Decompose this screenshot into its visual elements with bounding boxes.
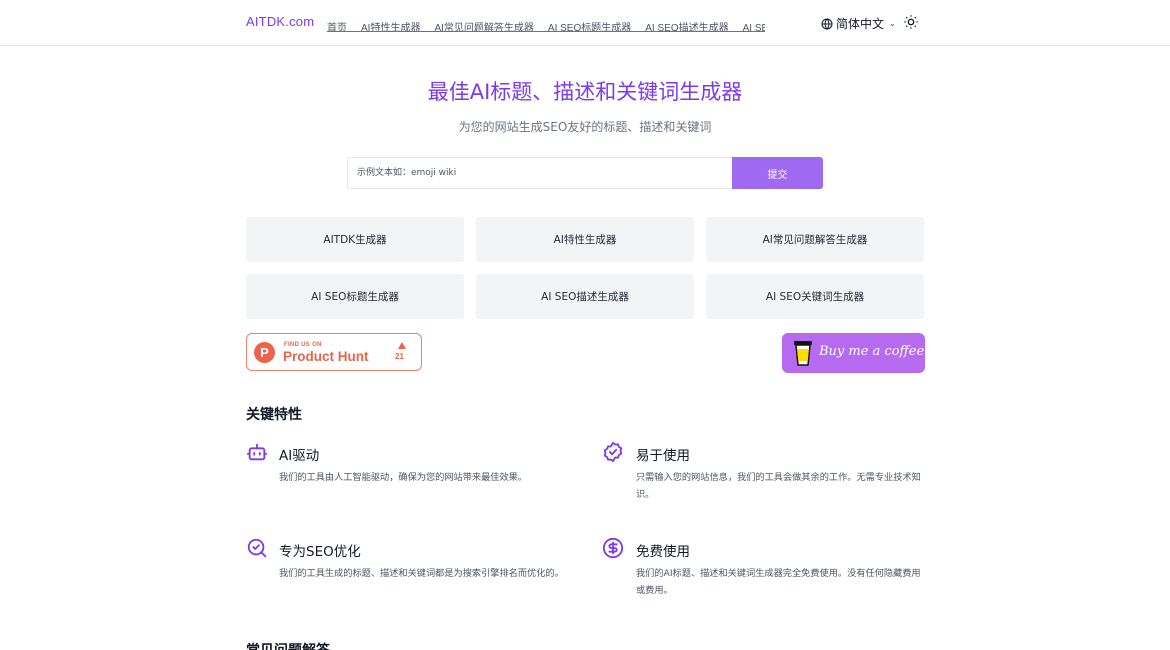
feature-desc-free: 我们的AI标题、描述和关键词生成器完全免费使用。没有任何隐藏费用或费用。: [636, 568, 921, 596]
feature-desc-ai: 我们的工具由人工智能驱动，确保为您的网站带来最佳效果。: [279, 472, 528, 483]
search-check-icon: [247, 538, 267, 558]
top-header: AITDK.com 首页 AI特性生成器 AI常见问题解答生成器 AI SEO标题生成…: [0, 0, 1170, 46]
globe-icon: [821, 18, 833, 29]
nav-seo-keyword-generator[interactable]: AI SEO关键词生: [743, 19, 765, 31]
upvote-arrow-icon: [398, 342, 406, 349]
coffee-cup-icon: [794, 341, 812, 366]
upvote-count: 21: [395, 352, 404, 361]
chevron-down-icon: ⌄: [889, 19, 896, 28]
faq-heading: 常见问题解答: [246, 640, 330, 650]
feature-title-easy: 易于使用: [636, 448, 690, 464]
card-faq-generator[interactable]: AI常见问题解答生成器: [706, 217, 924, 262]
dollar-icon: [602, 537, 624, 559]
main-nav: 首页 AI特性生成器 AI常见问题解答生成器 AI SEO标题生成器 AI SEO描述生…: [327, 16, 765, 32]
feature-title-seo: 专为SEO优化: [279, 544, 361, 560]
robot-icon: [246, 443, 268, 461]
card-seo-title-generator[interactable]: AI SEO标题生成器: [246, 274, 464, 319]
sun-icon[interactable]: [903, 14, 919, 30]
card-seo-keyword-generator[interactable]: AI SEO关键词生成器: [706, 274, 924, 319]
search-input[interactable]: [347, 157, 732, 189]
producthunt-badge[interactable]: P FIND US ON Product Hunt 21: [246, 333, 422, 371]
feature-desc-seo: 我们的工具生成的标题、描述和关键词都是为搜索引擎排名而优化的。: [279, 568, 564, 579]
nav-seo-description-generator[interactable]: AI SEO描述生成器: [645, 19, 728, 31]
feature-desc-easy: 只需输入您的网站信息，我们的工具会做其余的工作。无需专业技术知识。: [636, 472, 921, 500]
nav-seo-title-generator[interactable]: AI SEO标题生成器: [548, 19, 631, 31]
search-form: 提交: [347, 157, 823, 189]
producthunt-name: Product Hunt: [283, 349, 369, 364]
card-aitdk-generator[interactable]: AITDK生成器: [246, 217, 464, 262]
nav-home[interactable]: 首页: [327, 19, 347, 31]
producthunt-small-text: FIND US ON: [284, 342, 322, 348]
feature-title-ai: AI驱动: [279, 448, 320, 464]
feature-title-free: 免费使用: [636, 544, 690, 560]
nav-feature-generator[interactable]: AI特性生成器: [361, 19, 420, 31]
card-feature-generator[interactable]: AI特性生成器: [476, 217, 694, 262]
site-logo[interactable]: AITDK.com: [246, 14, 314, 29]
page-subtitle: 为您的网站生成SEO友好的标题、描述和关键词: [458, 120, 712, 134]
coffee-label: Buy me a coffee: [819, 344, 925, 359]
card-seo-description-generator[interactable]: AI SEO描述生成器: [476, 274, 694, 319]
buy-me-a-coffee-button[interactable]: Buy me a coffee: [782, 333, 925, 373]
submit-button[interactable]: 提交: [732, 157, 823, 189]
page-title: 最佳AI标题、描述和关键词生成器: [427, 80, 743, 104]
badge-check-icon: [603, 441, 623, 463]
language-label: 简体中文: [836, 17, 885, 31]
language-selector[interactable]: 简体中文 ⌄: [821, 15, 896, 32]
producthunt-logo-icon: P: [254, 342, 275, 363]
features-heading: 关键特性: [246, 407, 302, 423]
nav-faq-generator[interactable]: AI常见问题解答生成器: [434, 19, 533, 31]
